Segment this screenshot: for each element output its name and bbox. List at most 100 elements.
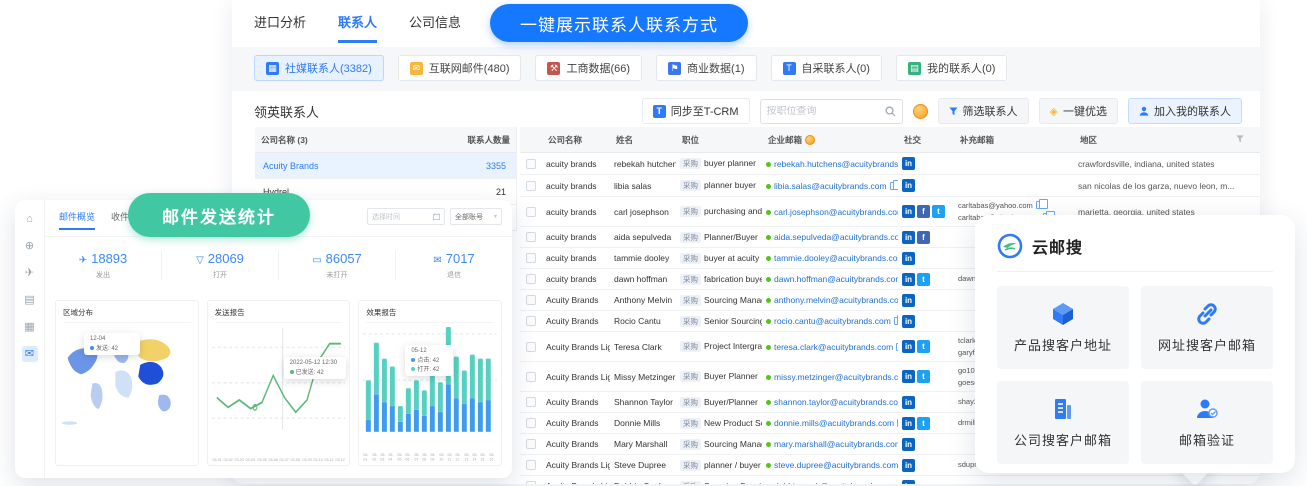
linkedin-icon[interactable]: in — [902, 315, 915, 328]
sync-tcrm-button[interactable]: T 同步至T-CRM — [642, 98, 750, 124]
search-input[interactable] — [767, 106, 885, 117]
column-header[interactable]: 补充邮箱 — [954, 134, 1074, 146]
filter-contacts-button[interactable]: 筛选联系人 — [938, 98, 1029, 124]
facebook-icon[interactable]: f — [917, 205, 930, 218]
copy-icon[interactable] — [890, 182, 897, 190]
account-filter-select[interactable]: 全部账号 ▾ — [450, 208, 502, 225]
row-checkbox[interactable] — [526, 181, 536, 191]
row-checkbox[interactable] — [526, 159, 536, 169]
twitter-icon[interactable]: t — [917, 340, 930, 353]
contact-row[interactable]: acuity brandsrebekah hutchens采购buyer pla… — [520, 153, 1260, 175]
twitter-icon[interactable]: t — [917, 370, 930, 383]
copy-icon[interactable] — [1036, 201, 1043, 209]
x-tick: 03-02 — [223, 457, 232, 462]
facebook-icon[interactable]: f — [917, 231, 930, 244]
x-tick: 03-05 — [257, 457, 266, 462]
row-checkbox[interactable] — [526, 295, 536, 305]
region-cell: crawfordsville, indiana, united states — [1074, 157, 1260, 171]
add-to-my-contacts-button[interactable]: 加入我的联系人 — [1128, 98, 1242, 124]
twitter-icon[interactable]: t — [917, 273, 930, 286]
row-checkbox[interactable] — [526, 232, 536, 242]
home-icon[interactable]: ⌂ — [22, 211, 38, 227]
bar-chart[interactable] — [363, 323, 497, 432]
main-tab[interactable]: 进口分析 — [254, 12, 306, 43]
sub-tab[interactable]: ⚑商业数据(1) — [656, 55, 756, 81]
column-header[interactable]: 社交 — [898, 134, 954, 146]
tooltip-line: 点击: 42 — [411, 355, 447, 364]
row-checkbox[interactable] — [526, 342, 536, 352]
cloud-feature-card[interactable]: 邮箱验证 — [1141, 381, 1273, 464]
sub-tab[interactable]: ✉互联网邮件(480) — [398, 55, 522, 81]
cloud-feature-card[interactable]: 网址搜客户邮箱 — [1141, 286, 1273, 369]
person-icon — [1139, 106, 1149, 116]
link-icon — [1194, 301, 1220, 327]
row-checkbox[interactable] — [526, 316, 536, 326]
column-header-contact-count[interactable]: 联系人数量 — [444, 134, 516, 146]
linkedin-icon[interactable]: in — [902, 252, 915, 265]
linkedin-icon[interactable]: in — [902, 179, 915, 192]
column-header[interactable]: 企业邮箱 — [762, 134, 898, 146]
main-tab[interactable]: 公司信息 — [409, 12, 461, 43]
copy-icon[interactable] — [897, 419, 898, 427]
one-click-select-button[interactable]: ◈ 一键优选 — [1039, 98, 1118, 124]
linkedin-icon[interactable]: in — [902, 231, 915, 244]
send-icon[interactable]: ✈ — [22, 265, 38, 281]
funnel-icon[interactable] — [1236, 135, 1244, 143]
linkedin-icon[interactable]: in — [902, 340, 915, 353]
column-header[interactable]: 职位 — [676, 134, 762, 146]
linkedin-icon[interactable]: in — [902, 438, 915, 451]
cloud-mail-logo — [997, 233, 1023, 259]
contact-row[interactable]: Acuity Brands LightingDebbie Cook采购Sourc… — [520, 476, 1260, 484]
contact-row[interactable]: acuity brandslibia salas采购planner buyerl… — [520, 175, 1260, 197]
row-checkbox-cell — [520, 295, 542, 305]
compass-icon[interactable]: ⊕ — [22, 238, 38, 254]
row-checkbox[interactable] — [526, 418, 536, 428]
linkedin-icon[interactable]: in — [902, 396, 915, 409]
email-text: rocio.cantu@acuitybrands.com — [774, 316, 891, 326]
column-header[interactable]: 公司名称 — [542, 134, 610, 146]
report-icon[interactable]: ▦ — [22, 319, 38, 335]
row-checkbox[interactable] — [526, 274, 536, 284]
twitter-icon[interactable]: t — [917, 417, 930, 430]
sub-tab[interactable]: ▦社媒联系人(3382) — [254, 55, 384, 81]
purchase-tag: 采购 — [680, 253, 701, 264]
company-row[interactable]: Acuity Brands3355 — [255, 153, 516, 179]
linkedin-icon[interactable]: in — [902, 370, 915, 383]
linkedin-icon[interactable]: in — [902, 294, 915, 307]
row-checkbox[interactable] — [526, 439, 536, 449]
x-tick: 05-16 — [489, 453, 497, 462]
linkedin-icon[interactable]: in — [902, 273, 915, 286]
stats-tab[interactable]: 邮件概览 — [59, 210, 95, 230]
row-checkbox[interactable] — [526, 207, 536, 217]
row-checkbox[interactable] — [526, 372, 536, 382]
copy-icon[interactable] — [894, 317, 898, 325]
column-header-company[interactable]: 公司名称 (3) — [255, 134, 444, 146]
linkedin-icon[interactable]: in — [902, 417, 915, 430]
coin-icon[interactable] — [913, 104, 928, 119]
linkedin-icon[interactable]: in — [902, 480, 915, 485]
briefcase-icon[interactable]: ▤ — [22, 292, 38, 308]
sub-tab[interactable]: ⚒工商数据(66) — [535, 55, 642, 81]
copy-icon[interactable] — [896, 343, 898, 351]
linkedin-icon[interactable]: in — [902, 205, 915, 218]
cloud-feature-grid: 产品搜客户地址网址搜客户邮箱公司搜客户邮箱邮箱验证 — [997, 286, 1273, 464]
row-checkbox[interactable] — [526, 253, 536, 263]
sub-tab[interactable]: T自采联系人(0) — [771, 55, 882, 81]
mail-icon[interactable]: ✉ — [22, 346, 38, 362]
main-tab[interactable]: 联系人 — [338, 12, 377, 43]
title-cell: 采购buyer at acuity bran — [676, 251, 762, 266]
sub-tab[interactable]: ▤我的联系人(0) — [896, 55, 1007, 81]
linkedin-icon[interactable]: in — [902, 157, 915, 170]
search-icon[interactable] — [885, 106, 896, 117]
linkedin-icon[interactable]: in — [902, 459, 915, 472]
date-range-input[interactable]: 选择时间 — [367, 208, 445, 225]
cloud-feature-card[interactable]: 产品搜客户地址 — [997, 286, 1129, 369]
twitter-icon[interactable]: t — [932, 205, 945, 218]
cloud-feature-card[interactable]: 公司搜客户邮箱 — [997, 381, 1129, 464]
company-cell: acuity brands — [542, 179, 610, 193]
x-tick: 05-10 — [439, 453, 447, 462]
column-header[interactable]: 地区 — [1074, 134, 1260, 146]
row-checkbox[interactable] — [526, 460, 536, 470]
row-checkbox[interactable] — [526, 397, 536, 407]
column-header[interactable]: 姓名 — [610, 134, 676, 146]
